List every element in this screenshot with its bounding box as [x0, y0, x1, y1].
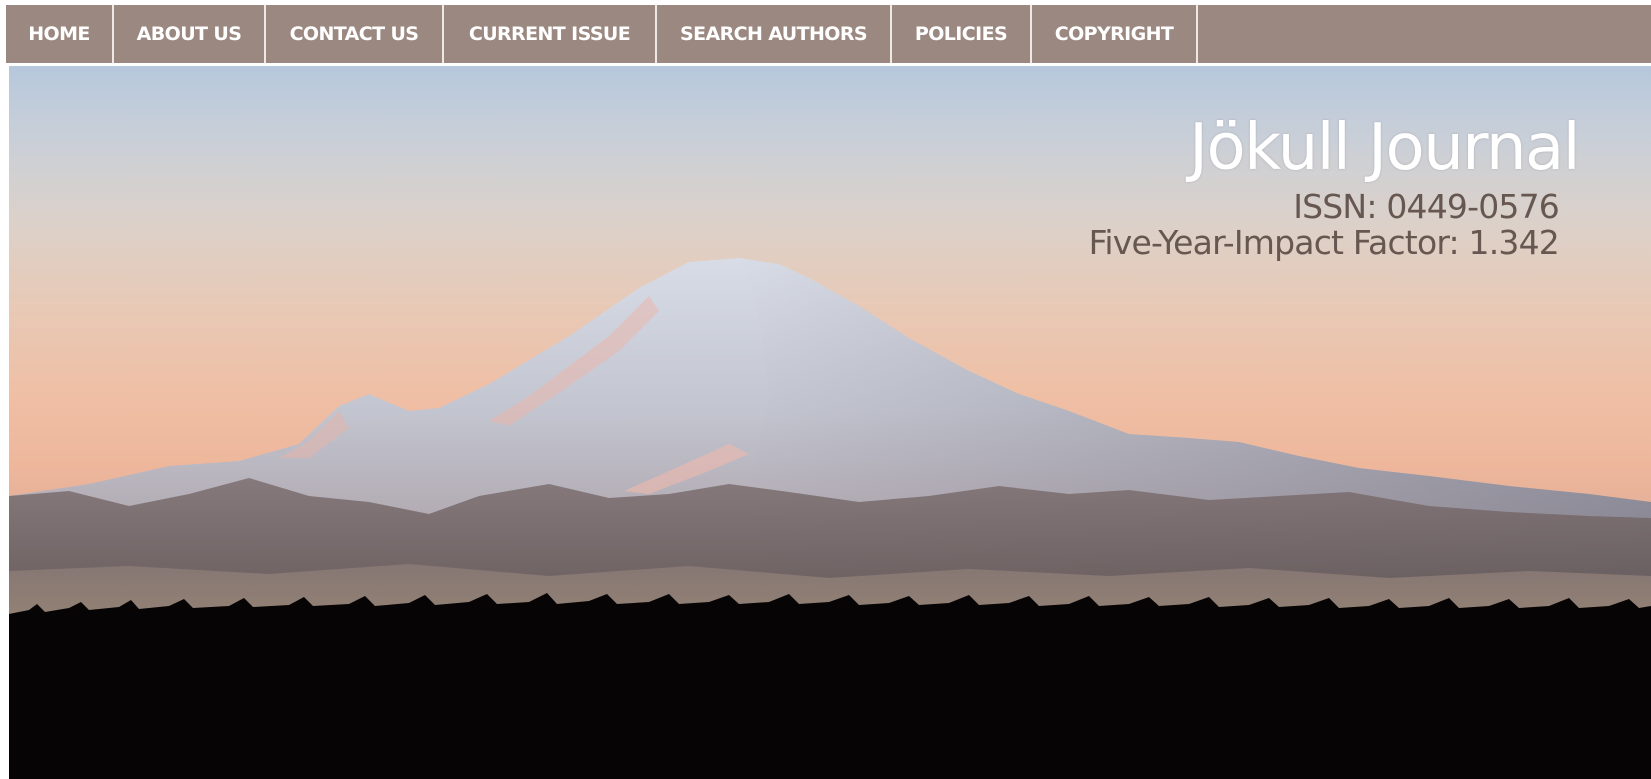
journal-title: Jökull Journal [1189, 111, 1580, 185]
nav-item-about-us[interactable]: ABOUT US [114, 5, 266, 63]
nav-item-copyright[interactable]: COPYRIGHT [1032, 5, 1198, 63]
nav-item-home[interactable]: HOME [6, 5, 114, 63]
tree-line-shape [9, 593, 1651, 779]
top-nav-bar: HOME ABOUT US CONTACT US CURRENT ISSUE S… [6, 5, 1651, 63]
issn-text: ISSN: 0449-0576 [1293, 187, 1560, 226]
nav-item-search-authors[interactable]: SEARCH AUTHORS [657, 5, 892, 63]
impact-factor-text: Five-Year-Impact Factor: 1.342 [1088, 223, 1560, 262]
nav-item-current-issue[interactable]: CURRENT ISSUE [444, 5, 657, 63]
page: HOME ABOUT US CONTACT US CURRENT ISSUE S… [0, 0, 1651, 779]
hero-banner: Jökull Journal ISSN: 0449-0576 Five-Year… [9, 66, 1651, 779]
nav-item-policies[interactable]: POLICIES [892, 5, 1032, 63]
nav-item-contact-us[interactable]: CONTACT US [266, 5, 444, 63]
